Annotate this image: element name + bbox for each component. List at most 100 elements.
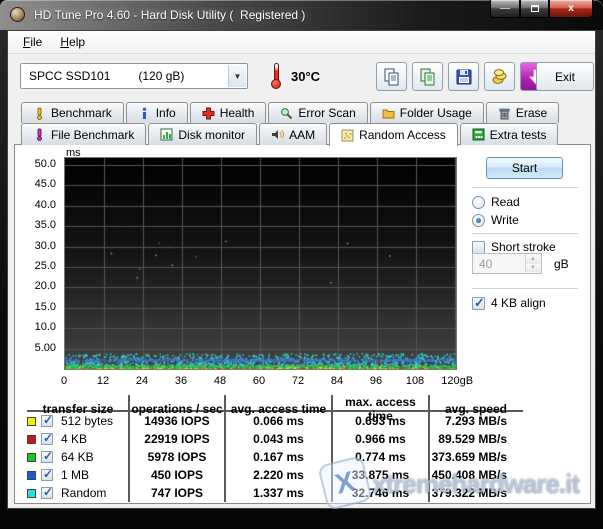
short-stroke-checkbox[interactable] (472, 241, 485, 254)
app-icon (10, 7, 25, 22)
speaker-icon (271, 128, 284, 141)
tab-file-benchmark[interactable]: File Benchmark (21, 123, 146, 145)
y-tick: 5.00 (16, 342, 56, 354)
avg-access-value: 0.043 ms (225, 432, 332, 446)
menu-help[interactable]: Help (51, 32, 94, 52)
spinner-arrows[interactable]: ▲▼ (525, 255, 540, 272)
temperature-value: 30°C (291, 69, 320, 84)
ops-value: 22919 IOPS (129, 432, 225, 446)
health-icon (202, 107, 215, 120)
menu-file[interactable]: File (14, 32, 51, 52)
tab-random-access[interactable]: Random Access (329, 123, 458, 146)
series-checkbox[interactable] (41, 469, 53, 481)
y-tick: 35.0 (16, 219, 56, 231)
error-scan-icon (280, 107, 293, 120)
table-row: 1 MB 450 IOPS 2.220 ms 33.875 ms 450.408… (27, 466, 523, 484)
separator (472, 288, 578, 290)
tab-disk-monitor[interactable]: Disk monitor (148, 123, 257, 145)
read-radio[interactable] (472, 196, 485, 209)
y-tick: 45.0 (16, 178, 56, 190)
series-checkbox[interactable] (41, 451, 53, 463)
tab-folder-usage[interactable]: Folder Usage (370, 102, 484, 123)
max-access-value: 32.746 ms (332, 486, 429, 500)
drive-name: SPCC SSD101 (29, 69, 110, 83)
window-title: HD Tune Pro 4.60 - Hard Disk Utility ( R… (34, 8, 305, 22)
results-table: transfer size operations / sec avg. acce… (27, 395, 523, 502)
options-button[interactable] (484, 62, 515, 91)
y-tick: 50.0 (16, 158, 56, 170)
column-divider (428, 395, 430, 502)
trash-icon (498, 107, 511, 120)
tab-strip-row2: File Benchmark Disk monitor AAM (21, 123, 558, 146)
transfer-size-value: 64 KB (61, 450, 129, 464)
avg-speed-value: 373.659 MB/s (429, 450, 511, 464)
align-checkbox[interactable] (472, 297, 485, 310)
thermometer-icon (270, 63, 282, 89)
series-color-swatch (27, 489, 36, 498)
maximize-icon (531, 5, 539, 12)
transfer-size-value: 512 bytes (61, 414, 129, 428)
max-access-value: 0.693 ms (332, 414, 429, 428)
capacity-spinner[interactable]: 40 ▲▼ (472, 253, 542, 274)
x-tick: 48 (214, 375, 226, 387)
avg-speed-value: 89.529 MB/s (429, 432, 511, 446)
table-row: 4 KB 22919 IOPS 0.043 ms 0.966 ms 89.529… (27, 430, 523, 448)
menu-bar: File Help (8, 31, 595, 54)
tab-info[interactable]: Info (126, 102, 188, 123)
chart-canvas (65, 158, 456, 369)
drive-selector[interactable]: SPCC SSD101 (120 gB) ▼ (20, 63, 248, 89)
minimize-button[interactable]: — (490, 0, 520, 18)
series-color-swatch (27, 453, 36, 462)
y-tick: 20.0 (16, 280, 56, 292)
scatter-icon (341, 129, 354, 142)
y-tick: 10.0 (16, 321, 56, 333)
save-button[interactable] (448, 62, 479, 91)
x-tick: 0 (61, 375, 67, 387)
avg-access-value: 2.220 ms (225, 468, 332, 482)
column-divider (128, 395, 130, 502)
series-color-swatch (27, 435, 36, 444)
max-access-value: 33.875 ms (332, 468, 429, 482)
x-tick: 60 (253, 375, 265, 387)
series-checkbox[interactable] (41, 487, 53, 499)
x-tick: 72 (292, 375, 304, 387)
tab-erase[interactable]: Erase (486, 102, 559, 123)
close-button[interactable]: x (549, 0, 593, 18)
exit-button[interactable]: Exit (536, 62, 594, 91)
short-stroke-option[interactable]: Short stroke (472, 240, 556, 254)
copy-pages-icon (382, 67, 402, 87)
separator (472, 233, 578, 235)
avg-access-value: 1.337 ms (225, 486, 332, 500)
ops-value: 14936 IOPS (129, 414, 225, 428)
write-radio[interactable] (472, 214, 485, 227)
write-option[interactable]: Write (472, 213, 519, 227)
tab-health[interactable]: Health (190, 102, 267, 123)
spin-down-icon[interactable]: ▼ (526, 264, 540, 273)
series-checkbox[interactable] (41, 433, 53, 445)
tab-error-scan[interactable]: Error Scan (268, 102, 367, 123)
copy-pages-button[interactable] (376, 62, 407, 91)
align-option[interactable]: 4 KB align (472, 296, 546, 310)
x-tick: 12 (97, 375, 109, 387)
start-button[interactable]: Start (486, 157, 563, 179)
max-access-value: 0.966 ms (332, 432, 429, 446)
column-divider (331, 395, 333, 502)
coins-icon (490, 67, 510, 87)
copy-color-pages-button[interactable] (412, 62, 443, 91)
series-checkbox[interactable] (41, 415, 53, 427)
maximize-button[interactable] (520, 0, 549, 18)
read-option[interactable]: Read (472, 195, 520, 209)
chevron-down-icon[interactable]: ▼ (228, 65, 246, 87)
spin-up-icon[interactable]: ▲ (526, 255, 540, 264)
save-icon (454, 67, 474, 87)
tab-aam[interactable]: AAM (259, 123, 327, 145)
transfer-size-value: 4 KB (61, 432, 129, 446)
tab-extra-tests[interactable]: Extra tests (460, 123, 559, 145)
tab-strip-row1: Benchmark Info Health Err (21, 102, 559, 123)
folder-icon (382, 107, 395, 120)
title-bar[interactable]: HD Tune Pro 4.60 - Hard Disk Utility ( R… (0, 0, 603, 30)
toolbar: SPCC SSD101 (120 gB) ▼ 30°C (8, 55, 595, 99)
tab-benchmark[interactable]: Benchmark (21, 102, 124, 123)
x-tick: 108 (406, 375, 424, 387)
x-tick: 36 (175, 375, 187, 387)
